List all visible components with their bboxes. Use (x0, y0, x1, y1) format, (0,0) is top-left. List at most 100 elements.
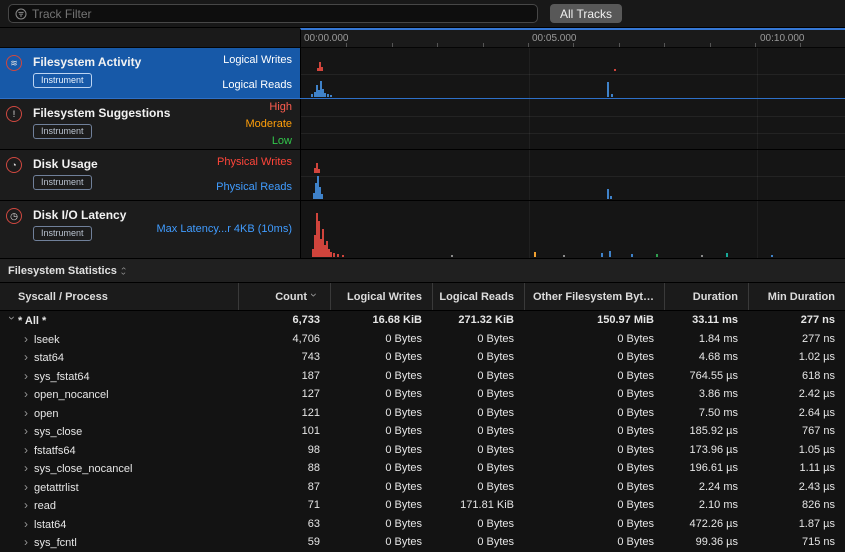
chart-spike (607, 189, 609, 199)
time-gridline (529, 201, 530, 258)
syscall-name: read (34, 500, 56, 512)
expand-chevron-icon[interactable]: › (24, 406, 34, 420)
table-row[interactable]: ›sys_fstat641870 Bytes0 Bytes0 Bytes764.… (0, 367, 845, 386)
expand-chevron-icon[interactable]: › (24, 461, 34, 475)
table-row[interactable]: ›fstatfs64980 Bytes0 Bytes0 Bytes173.96 … (0, 441, 845, 460)
syscall-cell: ›sys_close (0, 424, 238, 438)
expand-chevron-icon[interactable]: › (24, 443, 34, 457)
table-row[interactable]: ›lseek4,7060 Bytes0 Bytes0 Bytes1.84 ms2… (0, 330, 845, 349)
value-cell: 2.10 ms (664, 499, 748, 511)
value-cell: 826 ns (748, 499, 845, 511)
column-header-logical-reads[interactable]: Logical Reads (432, 283, 524, 310)
value-cell: 0 Bytes (432, 481, 524, 493)
value-cell: 1.02 µs (748, 351, 845, 363)
value-cell: 764.55 µs (664, 370, 748, 382)
table-row[interactable]: ›open_nocancel1270 Bytes0 Bytes0 Bytes3.… (0, 385, 845, 404)
table-row[interactable]: ›stat647430 Bytes0 Bytes0 Bytes4.68 ms1.… (0, 348, 845, 367)
time-gridline (757, 201, 758, 258)
value-cell: 7.50 ms (664, 407, 748, 419)
expand-chevron-icon[interactable]: › (24, 498, 34, 512)
value-cell: 0 Bytes (524, 351, 664, 363)
syscall-name: sys_close (34, 426, 82, 438)
syscall-name: fstatfs64 (34, 445, 76, 457)
filter-icon (15, 8, 27, 20)
syscall-cell: ›lstat64 (0, 517, 238, 531)
value-cell: 88 (238, 462, 330, 474)
value-cell: 743 (238, 351, 330, 363)
syscall-cell: ›sys_fcntl (0, 535, 238, 549)
track-lane-filesystem-suggestions[interactable] (300, 99, 845, 149)
all-tracks-button[interactable]: All Tracks (550, 4, 622, 23)
syscall-cell: ›fstatfs64 (0, 443, 238, 457)
expand-chevron-icon[interactable]: › (24, 480, 34, 494)
collapse-chevron-icon[interactable]: › (5, 316, 19, 326)
value-cell: 33.11 ms (664, 314, 748, 326)
column-header-count[interactable]: Count› (238, 283, 330, 310)
column-header-duration[interactable]: Duration (664, 283, 748, 310)
chart-spike (321, 67, 323, 71)
chart-spike (330, 95, 332, 97)
value-cell: 0 Bytes (524, 388, 664, 400)
chart-spike (333, 253, 335, 257)
track-row-filesystem-activity[interactable]: ≋Filesystem ActivityInstrumentLogical Wr… (0, 48, 845, 99)
chart-spike (321, 194, 323, 199)
lane-label: Physical Writes (217, 156, 292, 168)
track-filter-field[interactable] (8, 4, 538, 23)
value-cell: 16.68 KiB (330, 314, 432, 326)
column-header-label: Logical Writes (347, 291, 422, 303)
time-gridline (529, 150, 530, 200)
expand-chevron-icon[interactable]: › (24, 424, 34, 438)
track-filter-input[interactable] (32, 7, 531, 21)
track-row-disk-i-o-latency[interactable]: ◷Disk I/O LatencyInstrumentMax Latency..… (0, 201, 845, 259)
expand-chevron-icon[interactable]: › (24, 369, 34, 383)
track-row-filesystem-suggestions[interactable]: !Filesystem SuggestionsInstrumentHighMod… (0, 99, 845, 150)
expand-chevron-icon[interactable]: › (24, 517, 34, 531)
value-cell: 173.96 µs (664, 444, 748, 456)
track-header-disk-i-o-latency[interactable]: ◷Disk I/O LatencyInstrumentMax Latency..… (0, 201, 300, 258)
syscall-name: sys_fcntl (34, 537, 77, 549)
value-cell: 271.32 KiB (432, 314, 524, 326)
value-cell: 0 Bytes (524, 370, 664, 382)
value-cell: 127 (238, 388, 330, 400)
table-row[interactable]: ›sys_fcntl590 Bytes0 Bytes0 Bytes99.36 µ… (0, 533, 845, 552)
ruler-minor-tick (346, 43, 347, 47)
table-row[interactable]: ›sys_close1010 Bytes0 Bytes0 Bytes185.92… (0, 422, 845, 441)
value-cell: 0 Bytes (330, 499, 432, 511)
column-header-min-duration[interactable]: Min Duration (748, 283, 845, 310)
table-row[interactable]: ›lstat64630 Bytes0 Bytes0 Bytes472.26 µs… (0, 515, 845, 534)
expand-chevron-icon[interactable]: › (24, 535, 34, 549)
column-header-label: Count (275, 291, 307, 303)
table-row[interactable]: ›open1210 Bytes0 Bytes0 Bytes7.50 ms2.64… (0, 404, 845, 423)
value-cell: 150.97 MiB (524, 314, 664, 326)
lane-label: Max Latency...r 4KB (10ms) (156, 223, 292, 235)
syscall-cell: ›getattrlist (0, 480, 238, 494)
track-title: Filesystem Activity (33, 55, 141, 69)
timeline-ruler[interactable]: 00:00.00000:05.00000:10.000 (300, 28, 845, 48)
expand-chevron-icon[interactable]: › (24, 332, 34, 346)
syscall-name: open (34, 408, 58, 420)
column-header-logical-writes[interactable]: Logical Writes (330, 283, 432, 310)
chart-spike (607, 82, 609, 97)
column-header-other-filesystem-byt[interactable]: Other Filesystem Byt… (524, 283, 664, 310)
track-row-disk-usage[interactable]: ◔Disk UsageInstrumentPhysical WritesPhys… (0, 150, 845, 201)
expand-chevron-icon[interactable]: › (24, 350, 34, 364)
detail-view-popup-chevron-icon[interactable]: ›› (122, 266, 125, 276)
syscall-cell: ›sys_fstat64 (0, 369, 238, 383)
track-title: Disk Usage (33, 157, 98, 171)
track-lane-filesystem-activity[interactable] (300, 48, 845, 98)
syscall-name: open_nocancel (34, 389, 109, 401)
track-lane-disk-i-o-latency[interactable] (300, 201, 845, 258)
column-header-syscall-process[interactable]: Syscall / Process (0, 283, 238, 310)
expand-chevron-icon[interactable]: › (24, 387, 34, 401)
track-header-filesystem-suggestions[interactable]: !Filesystem SuggestionsInstrumentHighMod… (0, 99, 300, 149)
time-gridline (757, 48, 758, 98)
value-cell: 767 ns (748, 425, 845, 437)
track-lane-disk-usage[interactable] (300, 150, 845, 200)
table-row[interactable]: ›sys_close_nocancel880 Bytes0 Bytes0 Byt… (0, 459, 845, 478)
track-header-disk-usage[interactable]: ◔Disk UsageInstrumentPhysical WritesPhys… (0, 150, 300, 200)
table-row[interactable]: ›read710 Bytes171.81 KiB0 Bytes2.10 ms82… (0, 496, 845, 515)
syscall-name: sys_close_nocancel (34, 463, 132, 475)
track-header-filesystem-activity[interactable]: ≋Filesystem ActivityInstrumentLogical Wr… (0, 48, 300, 98)
table-row[interactable]: ›getattrlist870 Bytes0 Bytes0 Bytes2.24 … (0, 478, 845, 497)
table-row[interactable]: ›* All *6,73316.68 KiB271.32 KiB150.97 M… (0, 311, 845, 330)
